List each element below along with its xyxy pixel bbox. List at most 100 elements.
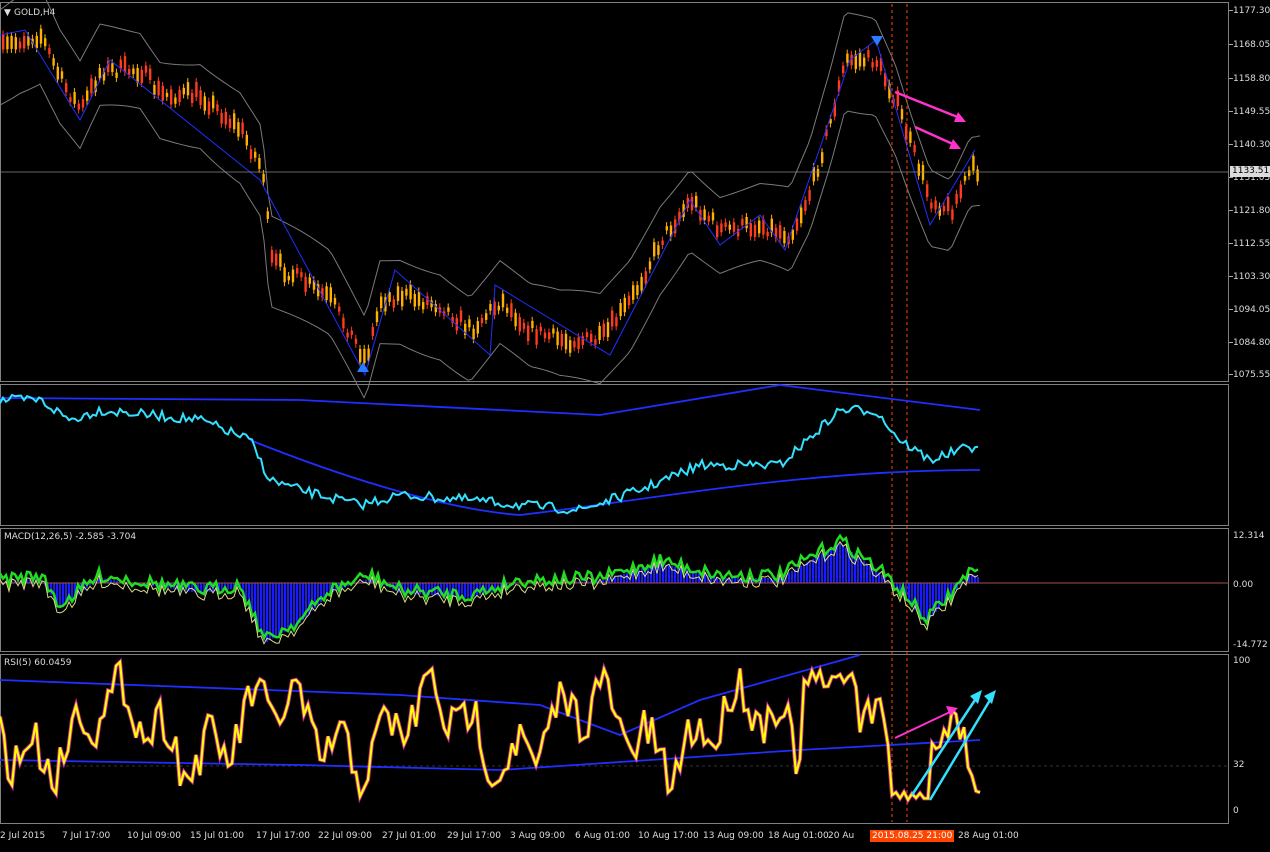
candle-body [531, 320, 534, 329]
candle-body [275, 253, 278, 266]
price-tick-mark [1229, 210, 1233, 211]
candle-body [842, 65, 845, 74]
candle-body [270, 250, 274, 263]
price-tick-mark [1229, 177, 1233, 178]
candle-body [359, 348, 362, 363]
date-label: 2 Jul 2015 [0, 831, 46, 841]
date-label: 10 Jul 09:00 [127, 831, 181, 841]
date-label: 17 Jul 17:00 [256, 831, 310, 841]
candle-body [627, 295, 631, 306]
candle-body [199, 90, 202, 105]
candle-body [350, 330, 353, 335]
candle-body [548, 332, 551, 340]
candle-body [716, 225, 719, 238]
price-tick: 1168.05 [1233, 40, 1270, 50]
candle-body [178, 89, 181, 102]
candle-body [136, 68, 139, 83]
candle-body [480, 317, 484, 324]
candle-body [808, 190, 811, 201]
candle-body [510, 303, 513, 318]
candle-body [346, 332, 349, 338]
candle-body [69, 97, 72, 102]
candle-body [52, 58, 55, 66]
rsi-tick-32: 32 [1233, 760, 1245, 770]
candle-body [527, 325, 530, 342]
candle-body [766, 231, 769, 237]
candle-body [846, 53, 849, 63]
candle-body [396, 286, 400, 301]
candle-body [56, 66, 59, 80]
candle-body [128, 68, 131, 75]
candle-body [73, 91, 76, 104]
candle-body [573, 341, 576, 348]
candle-body [972, 155, 975, 171]
candle-body [237, 122, 240, 137]
candle-body [594, 339, 597, 345]
candle-body [266, 211, 269, 219]
candle-body [157, 80, 160, 96]
candle-body [245, 134, 248, 146]
rsi-trend-arrow-head [984, 690, 996, 704]
price-tick: 1103.30 [1233, 272, 1270, 282]
candle-body [6, 36, 9, 50]
sell-arrow-icon [871, 36, 883, 46]
candle-body [850, 54, 853, 66]
price-ma-line [0, 393, 979, 515]
date-label: 10 Aug 17:00 [638, 831, 699, 841]
candle-body [489, 303, 492, 311]
candle-body [233, 113, 236, 130]
candle-body [119, 59, 122, 69]
candle-body [203, 96, 206, 111]
date-label: 27 Jul 01:00 [382, 831, 436, 841]
rsi-tick-0: 0 [1233, 806, 1239, 816]
candle-body [749, 223, 752, 237]
candle-body [254, 151, 257, 158]
price-tick-mark [1229, 144, 1233, 145]
candle-body [216, 104, 219, 112]
candle-body [724, 222, 727, 227]
chart-drawing [0, 0, 1229, 822]
candle-body [39, 28, 43, 44]
candle-body [417, 291, 421, 306]
price-tick: 1094.05 [1233, 305, 1270, 315]
candle-body [564, 333, 568, 350]
candle-body [81, 99, 85, 108]
candle-body [409, 284, 412, 300]
candle-body [821, 152, 824, 164]
candle-body [65, 83, 68, 93]
candle-body [753, 224, 757, 238]
candle-body [560, 333, 563, 347]
date-label: 18 Aug 01:00 [768, 831, 829, 841]
candle-body [291, 269, 295, 283]
candle-body [955, 193, 958, 204]
candle-body [783, 231, 786, 244]
macd-tick-zero: 0.00 [1233, 580, 1254, 590]
candle-body [858, 52, 862, 67]
candle-body [207, 101, 211, 115]
date-label: 15 Jul 01:00 [190, 831, 244, 841]
candle-body [497, 305, 500, 311]
candle-body [590, 333, 593, 343]
candle-body [623, 297, 626, 313]
candle-body [144, 65, 148, 73]
candle-body [132, 68, 135, 75]
candle-body [720, 223, 723, 233]
candle-body [732, 222, 736, 232]
candle-body [653, 242, 656, 257]
candle-body [212, 95, 215, 109]
candle-body [111, 63, 114, 72]
candle-body [241, 122, 244, 135]
candle-body [472, 328, 475, 340]
candle-body [426, 296, 429, 305]
candle-body [695, 195, 698, 208]
candle-body [758, 220, 761, 234]
candle-body [304, 276, 307, 293]
candle-body [779, 225, 782, 239]
rsi-upper-band [0, 654, 861, 736]
price-tick: 1177.30 [1233, 6, 1270, 16]
candle-body [900, 109, 904, 120]
price-tick: 1084.80 [1233, 338, 1270, 348]
price-tick: 1121.80 [1233, 206, 1270, 216]
candle-body [552, 328, 555, 334]
candle-body [968, 170, 971, 176]
